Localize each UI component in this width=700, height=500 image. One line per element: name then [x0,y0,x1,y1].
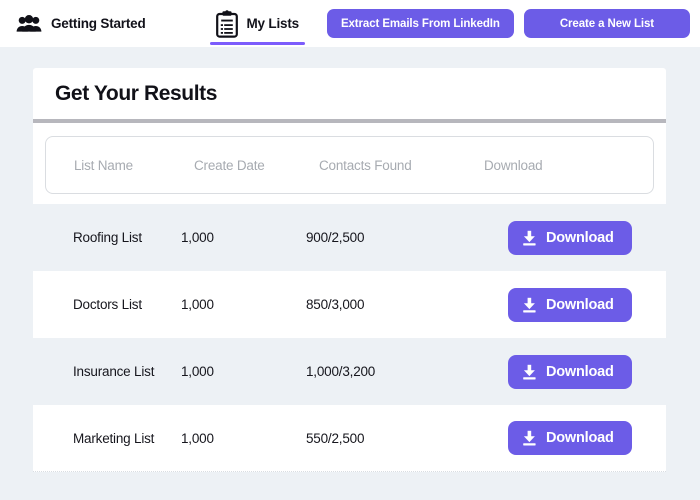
cell-create-date: 1,000 [181,297,306,312]
download-icon [522,297,537,313]
cell-contacts-found: 850/3,000 [306,297,471,312]
cell-list-name: Roofing List [33,230,181,245]
download-button-label: Download [546,430,614,446]
download-button[interactable]: Download [508,355,632,389]
create-new-list-button[interactable]: Create a New List [524,9,690,38]
table-row[interactable]: Doctors List 1,000 850/3,000 Download [33,271,666,338]
nav-tab-my-lists[interactable]: My Lists [216,0,299,47]
cell-download: Download [471,221,666,255]
download-icon [522,430,537,446]
cell-create-date: 1,000 [181,364,306,379]
cell-contacts-found: 900/2,500 [306,230,471,245]
download-icon [522,230,537,246]
results-card: Get Your Results List Name Create Date C… [33,68,666,472]
top-navigation-bar: Getting Started My Lists Extract Emails … [0,0,700,47]
column-header-download: Download [484,158,653,173]
cell-contacts-found: 550/2,500 [306,431,471,446]
table-row[interactable]: Roofing List 1,000 900/2,500 Download [33,204,666,271]
clipboard-list-icon [216,10,238,38]
table-header-row: List Name Create Date Contacts Found Dow… [45,136,654,194]
download-button[interactable]: Download [508,221,632,255]
active-tab-underline [210,42,305,45]
cell-download: Download [471,421,666,455]
download-icon [522,364,537,380]
people-group-icon [16,15,42,33]
table-body: Roofing List 1,000 900/2,500 Download [33,204,666,472]
table-row[interactable]: Insurance List 1,000 1,000/3,200 Downloa… [33,338,666,405]
table-header-wrap: List Name Create Date Contacts Found Dow… [33,123,666,194]
column-header-create-date: Create Date [194,158,319,173]
cell-download: Download [471,288,666,322]
cell-download: Download [471,355,666,389]
extract-emails-button[interactable]: Extract Emails From LinkedIn [327,9,514,38]
download-button[interactable]: Download [508,421,632,455]
nav-tab-getting-started[interactable]: Getting Started [16,0,146,47]
cell-list-name: Marketing List [33,431,181,446]
column-header-contacts-found: Contacts Found [319,158,484,173]
table-row[interactable]: Marketing List 1,000 550/2,500 Download [33,405,666,472]
cell-list-name: Doctors List [33,297,181,312]
cell-list-name: Insurance List [33,364,181,379]
download-button-label: Download [546,364,614,380]
download-button[interactable]: Download [508,288,632,322]
cell-create-date: 1,000 [181,230,306,245]
download-button-label: Download [546,230,614,246]
column-header-list-name: List Name [46,158,194,173]
cell-contacts-found: 1,000/3,200 [306,364,471,379]
page-title: Get Your Results [33,68,666,119]
cell-create-date: 1,000 [181,431,306,446]
nav-tab-label: My Lists [247,16,299,31]
download-button-label: Download [546,297,614,313]
nav-tab-label: Getting Started [51,16,146,31]
